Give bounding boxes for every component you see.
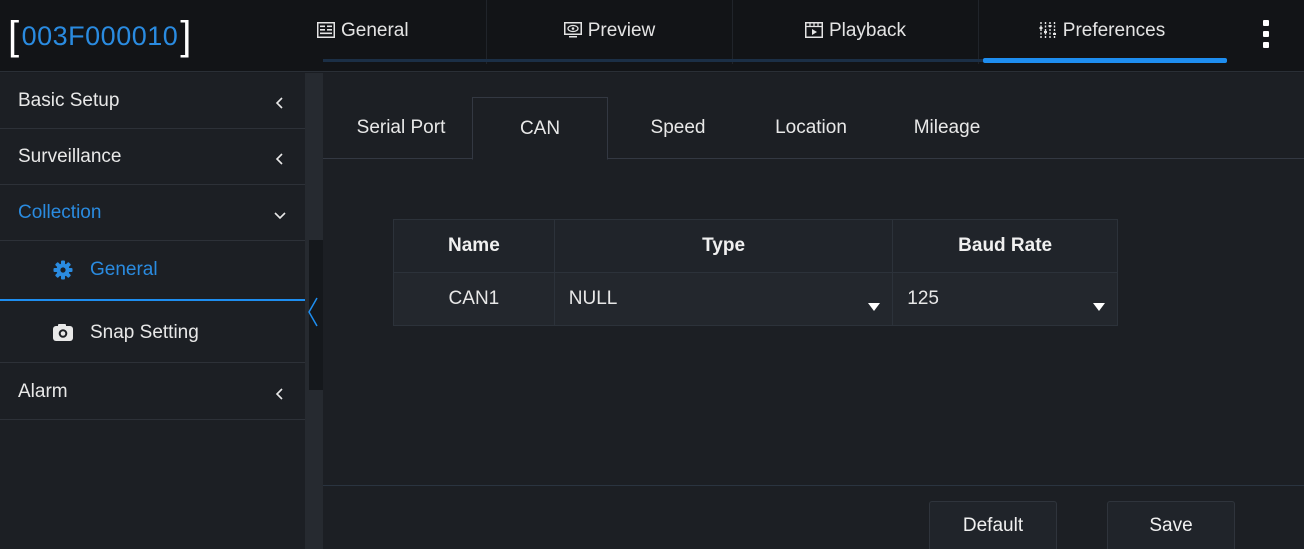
gear-icon [52, 259, 74, 281]
chevron-down-icon [273, 206, 287, 220]
tab-mileage[interactable]: Mileage [887, 97, 1007, 159]
tab-preferences-label: Preferences [1062, 20, 1166, 41]
column-header-type: Type [553, 219, 894, 273]
sidebar: Basic Setup Surveillance Collection Gene… [0, 73, 305, 549]
tab-can[interactable]: CAN [472, 97, 608, 160]
chevron-left-icon [273, 385, 287, 400]
more-dot-icon [1263, 31, 1269, 37]
sidebar-item-collection[interactable]: Collection [0, 185, 305, 241]
sidebar-subitem-label: Snap Setting [90, 321, 199, 343]
tab-general[interactable]: General [305, 0, 487, 64]
active-tab-indicator [983, 58, 1227, 63]
general-icon [317, 22, 335, 38]
type-select[interactable]: NULL [555, 274, 893, 324]
type-select-value: NULL [568, 288, 618, 309]
preferences-icon [1039, 22, 1057, 38]
main-panel: Serial Port CAN Speed Location Mileage N… [323, 73, 1304, 549]
sidebar-subitem-snap-setting[interactable]: Snap Setting [0, 303, 305, 363]
default-button[interactable]: Default [929, 501, 1057, 549]
device-id-bracket-left: [ [8, 14, 20, 58]
tab-playback-label: Playback [828, 20, 907, 41]
device-id-bracket-right: ] [180, 14, 192, 58]
camera-icon [52, 322, 74, 344]
tab-preview-label: Preview [587, 20, 656, 41]
tab-can-label: CAN [519, 117, 561, 139]
can-name-cell: CAN1 [393, 272, 555, 326]
tab-playback[interactable]: Playback [733, 0, 979, 64]
baud-rate-select-value: 125 [907, 288, 939, 309]
top-nav-tabs: General Preview Playback Preferences [305, 0, 1225, 64]
sub-tab-bar: Serial Port CAN Speed Location Mileage [323, 97, 1304, 160]
tab-serial-port-label: Serial Port [356, 117, 446, 138]
preview-icon [563, 22, 582, 38]
tab-preferences[interactable]: Preferences [979, 0, 1225, 64]
tab-speed-label: Speed [650, 117, 706, 138]
dropdown-arrow-icon [868, 295, 881, 311]
chevron-left-icon [273, 150, 287, 165]
sidebar-subitem-general[interactable]: General [0, 241, 305, 301]
can-type-cell: NULL [553, 272, 894, 326]
can-baud-rate-cell: 125 [892, 272, 1118, 326]
sidebar-item-surveillance[interactable]: Surveillance [0, 129, 305, 185]
top-bar: [ 003F000010 ] General Preview Playback [0, 0, 1304, 72]
can-settings-table: Name Type Baud Rate CAN1 NULL 125 [393, 219, 1118, 326]
tab-location-label: Location [775, 117, 847, 138]
table-row: CAN1 NULL 125 [393, 272, 1118, 326]
more-menu-button[interactable] [1255, 16, 1277, 52]
save-button[interactable]: Save [1107, 501, 1235, 549]
sidebar-item-label: Alarm [18, 380, 68, 402]
device-id-text: 003F000010 [21, 20, 179, 51]
footer-divider [323, 485, 1304, 486]
sidebar-item-alarm[interactable]: Alarm [0, 364, 305, 420]
sidebar-item-label: Basic Setup [18, 89, 120, 111]
tab-mileage-label: Mileage [913, 117, 981, 138]
playback-icon [804, 22, 823, 38]
sidebar-item-label: Collection [18, 201, 102, 223]
dropdown-arrow-icon [1093, 295, 1105, 311]
device-id-display: [ 003F000010 ] [8, 10, 192, 62]
tab-general-label: General [341, 20, 409, 41]
column-header-name: Name [393, 219, 555, 273]
tab-speed[interactable]: Speed [618, 97, 738, 159]
table-header-row: Name Type Baud Rate [393, 219, 1118, 273]
sidebar-subitem-label: General [90, 259, 158, 280]
tab-preview[interactable]: Preview [487, 0, 733, 64]
more-dot-icon [1263, 20, 1269, 26]
sidebar-collapse-button[interactable] [305, 295, 323, 329]
more-dot-icon [1263, 42, 1269, 48]
baud-rate-select[interactable]: 125 [893, 274, 1117, 324]
column-header-baud-rate: Baud Rate [892, 219, 1118, 273]
chevron-left-icon [273, 94, 287, 109]
sidebar-item-label: Surveillance [18, 145, 122, 167]
tab-location[interactable]: Location [751, 97, 871, 159]
sidebar-item-basic-setup[interactable]: Basic Setup [0, 73, 305, 129]
chevron-left-icon [308, 297, 318, 327]
tab-serial-port[interactable]: Serial Port [341, 97, 461, 159]
